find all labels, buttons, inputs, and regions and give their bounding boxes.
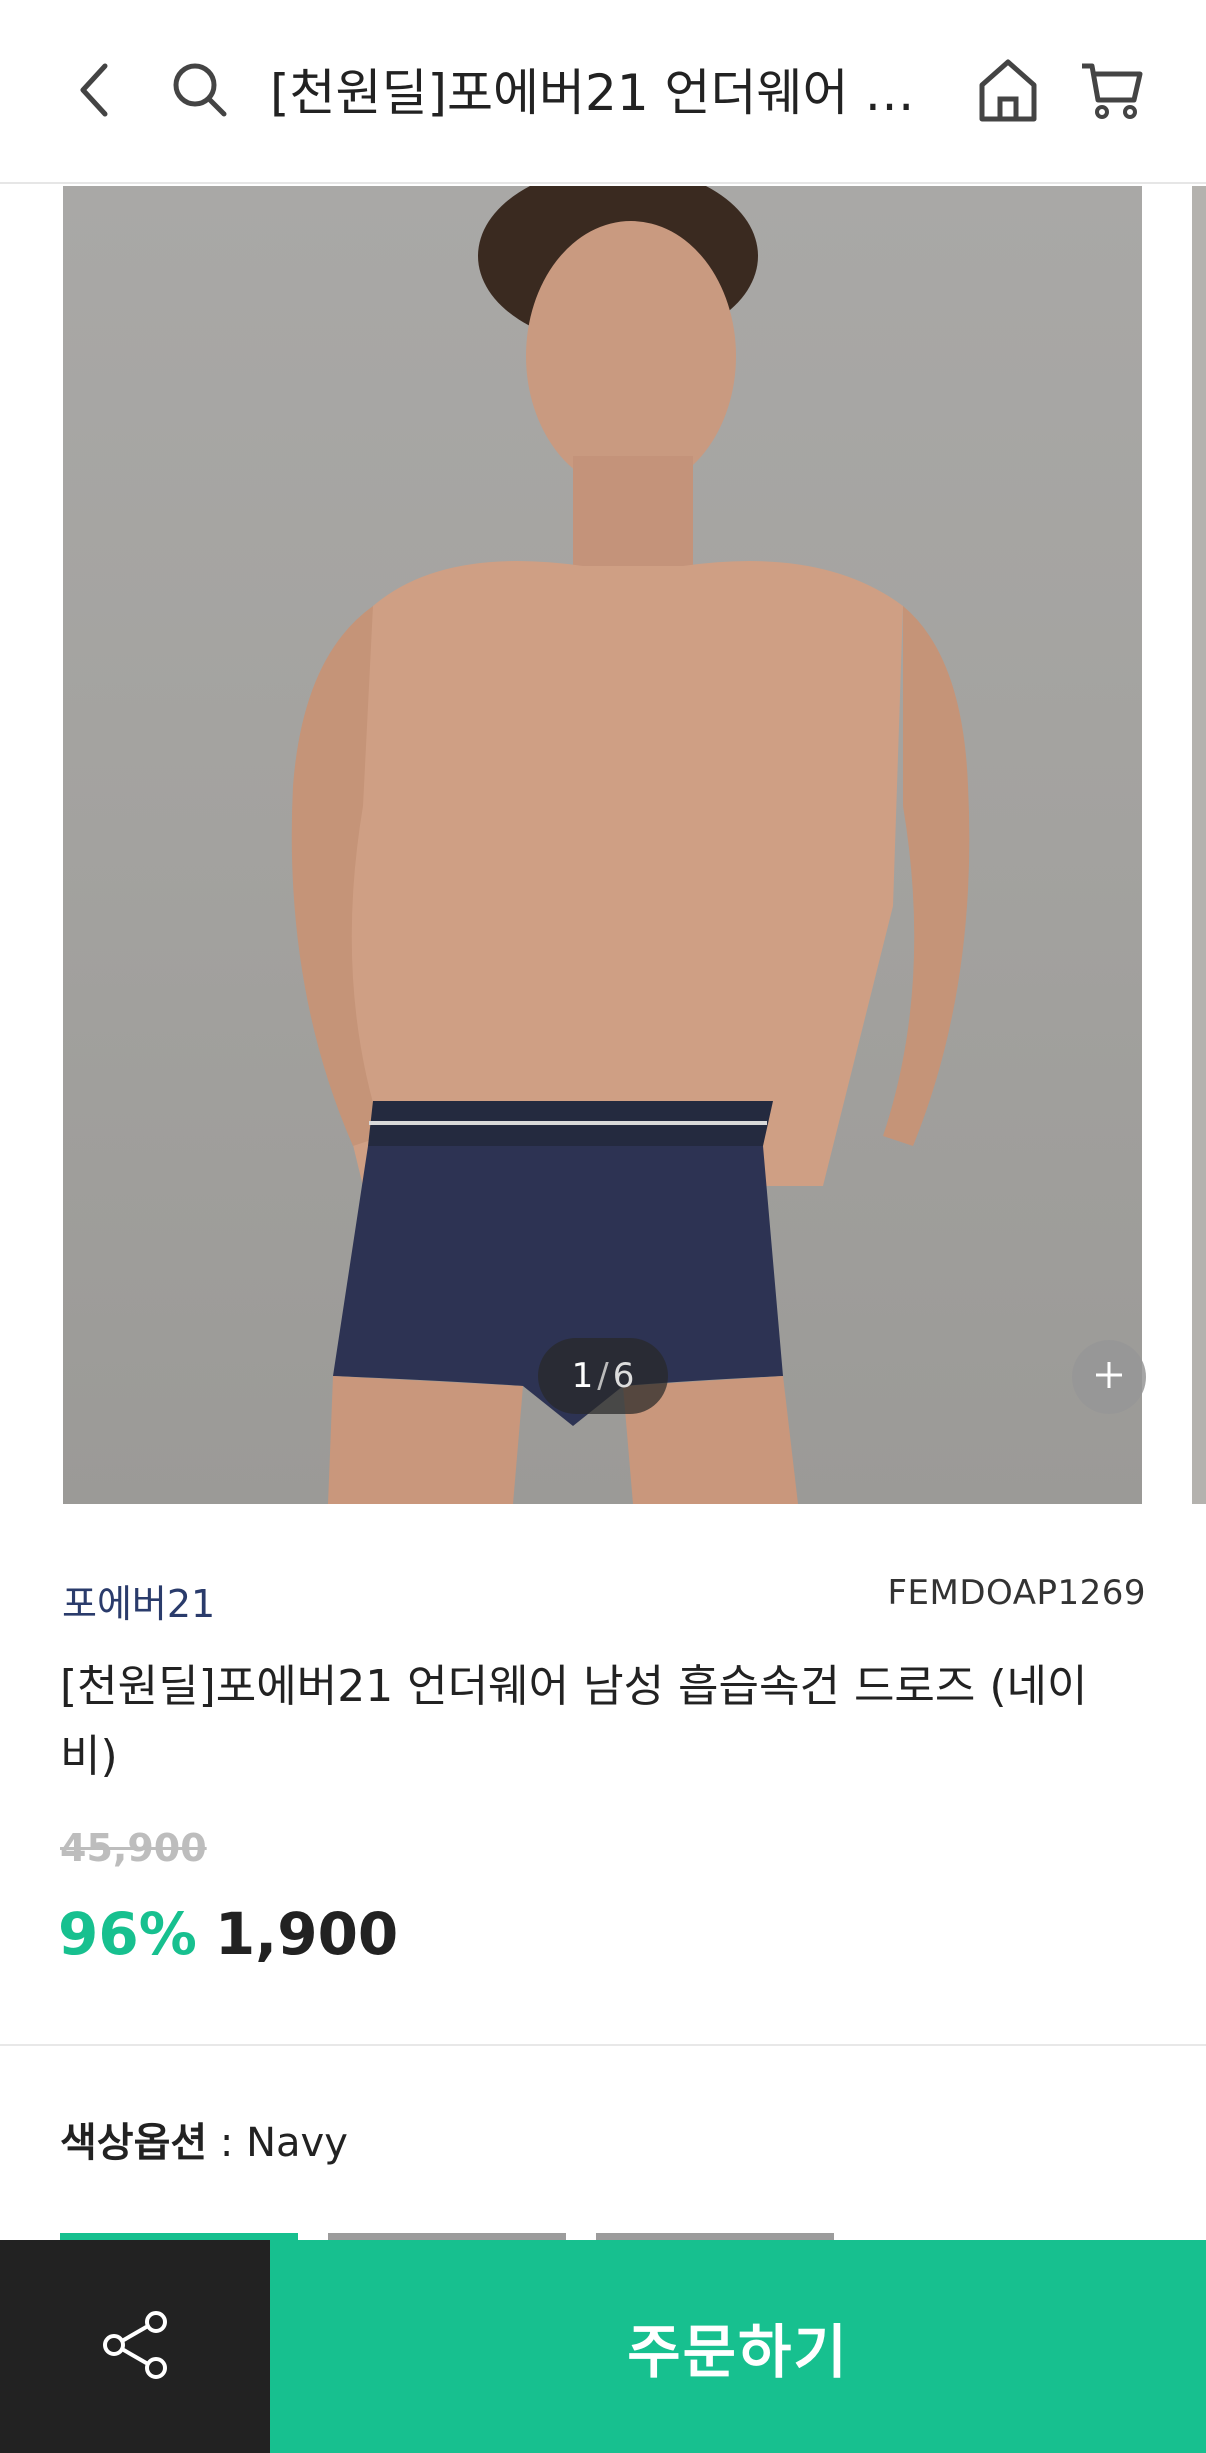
brand-link[interactable]: 포에버21 <box>62 1573 215 1628</box>
cart-icon <box>1080 58 1144 126</box>
back-arrow-icon <box>75 60 115 124</box>
cart-button[interactable] <box>1062 42 1162 142</box>
discount-rate: 96% <box>58 1900 197 1968</box>
product-title: [천원딜]포에버21 언더웨어 남성 흡습속건 드로즈 (네이비) <box>60 1661 1088 1782</box>
option-key: 색상옵션 <box>60 2120 208 2166</box>
order-button[interactable]: 주문하기 <box>270 2240 1206 2453</box>
sale-price: 1,900 <box>214 1900 399 1968</box>
original-price: 45,900 <box>60 1826 207 1870</box>
pager-current: 1 <box>571 1356 594 1396</box>
product-photo[interactable] <box>63 186 1142 1504</box>
back-button[interactable] <box>45 42 145 142</box>
home-button[interactable] <box>958 42 1058 142</box>
option-separator: : <box>207 2120 247 2166</box>
zoom-button[interactable] <box>1072 1340 1146 1414</box>
bottom-action-bar: 주문하기 <box>0 2240 1206 2453</box>
section-divider <box>0 2044 1206 2046</box>
option-value: Navy <box>246 2120 348 2166</box>
page-title: [천원딜]포에버21 언더웨어 남성 흡습속건 드로즈 (네이비) <box>270 64 920 122</box>
price-row: 96% 1,900 <box>58 1900 398 1980</box>
image-pager-indicator: 1 / 6 <box>538 1338 668 1414</box>
share-icon <box>100 2310 170 2384</box>
top-navigation-bar: [천원딜]포에버21 언더웨어 남성 흡습속건 드로즈 (네이비) <box>0 0 1206 184</box>
product-image-gallery[interactable]: 1 / 6 <box>0 186 1206 1504</box>
share-button[interactable] <box>0 2240 270 2453</box>
next-image-peek <box>1192 186 1206 1504</box>
search-button[interactable] <box>150 42 250 142</box>
pager-separator: / <box>597 1356 609 1396</box>
product-code: FEMDOAP1269 <box>887 1573 1146 1613</box>
plus-icon <box>1093 1359 1125 1395</box>
pager-total: 6 <box>612 1356 635 1396</box>
color-option-label: 색상옵션 : Navy <box>60 2110 348 2168</box>
search-icon <box>170 60 230 124</box>
home-icon <box>976 57 1040 127</box>
